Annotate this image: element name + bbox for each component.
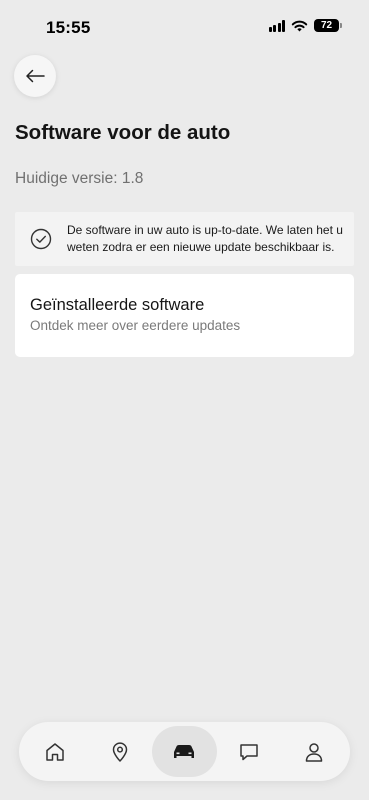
chat-icon [240, 743, 258, 760]
profile-icon [305, 742, 322, 762]
wifi-icon [291, 20, 308, 31]
status-icons: 72 [268, 19, 342, 32]
up-to-date-banner: De software in uw auto is up-to-date. We… [15, 212, 354, 266]
page-title: Software voor de auto [15, 121, 231, 144]
car-icon [174, 744, 195, 758]
installed-software-card[interactable]: Geïnstalleerde software Ontdek meer over… [15, 274, 354, 357]
nav-messages[interactable] [217, 726, 282, 777]
battery-icon: 72 [314, 19, 342, 32]
home-icon [46, 742, 65, 761]
current-version-label: Huidige versie: 1.8 [15, 170, 144, 187]
installed-software-subtitle: Ontdek meer over eerdere updates [30, 318, 241, 333]
nav-map[interactable] [88, 726, 153, 777]
up-to-date-message: De software in uw auto is up-to-date. We… [67, 223, 343, 254]
location-pin-icon [112, 741, 128, 762]
status-bar: 15:55 72 [0, 0, 369, 54]
status-time: 15:55 [46, 18, 91, 37]
nav-home[interactable] [23, 726, 88, 777]
arrow-left-icon [26, 69, 45, 83]
signal-icon [268, 19, 285, 32]
battery-level: 72 [320, 20, 333, 31]
back-button[interactable] [14, 55, 56, 97]
installed-software-title: Geïnstalleerde software [30, 296, 205, 314]
nav-car[interactable] [152, 726, 217, 777]
check-circle-icon [30, 228, 52, 250]
nav-profile[interactable] [281, 726, 346, 777]
bottom-navigation [19, 722, 350, 781]
